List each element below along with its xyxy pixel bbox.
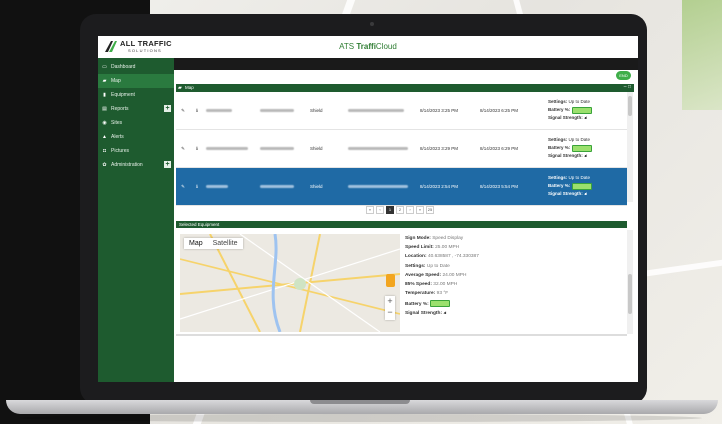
signal-icon: .ııl bbox=[584, 115, 587, 121]
selected-equipment-header: Selected Equipment bbox=[176, 221, 627, 228]
zoom-in-button[interactable]: + bbox=[385, 296, 395, 307]
sidebar-item-equipment[interactable]: ▮ Equipment bbox=[98, 88, 174, 102]
battery-icon bbox=[571, 144, 592, 152]
status-cell: Settings: Up to Date Battery %: Signal S… bbox=[546, 167, 627, 206]
signal-icon: .ııl bbox=[584, 153, 587, 159]
type-cell: Shield bbox=[308, 92, 346, 130]
table-scrollbar[interactable] bbox=[627, 92, 633, 202]
zoom-out-button[interactable]: − bbox=[385, 307, 395, 318]
info-icon[interactable]: ℹ bbox=[190, 167, 204, 206]
id-cell bbox=[258, 167, 308, 206]
equipment-icon: ▮ bbox=[103, 91, 106, 98]
street-view-icon[interactable] bbox=[386, 274, 395, 287]
sidebar: ▭ Dashboard ▰ Map ▮ Equipment ▤ Reports + ◉ S… bbox=[98, 58, 174, 382]
table-row[interactable]: ✎ ℹ Shield 8/14/2023 3:25 PM 8/14/2023 6… bbox=[176, 92, 627, 130]
map-panel-header: ▰ Map – □ bbox=[176, 84, 634, 92]
main-content: END ▰ Map – □ ✎ ℹ Shield 8/14/2023 3:25 … bbox=[176, 70, 634, 382]
panel-controls[interactable]: – □ bbox=[624, 84, 631, 90]
equipment-map[interactable]: Map Satellite + − bbox=[180, 234, 400, 332]
table-row[interactable]: ✎ ℹ Shield 8/14/2023 3:29 PM 8/14/2023 6… bbox=[176, 129, 627, 168]
first-page-button[interactable]: « bbox=[366, 206, 374, 214]
serial-cell bbox=[204, 92, 258, 130]
camera-dot bbox=[370, 22, 374, 26]
sidebar-item-dashboard[interactable]: ▭ Dashboard bbox=[98, 60, 174, 74]
monitor-icon: ▭ bbox=[102, 63, 107, 70]
start-time-cell: 8/14/2023 3:29 PM bbox=[418, 129, 478, 168]
serial-cell bbox=[204, 167, 258, 206]
page-size-select[interactable]: 25 bbox=[426, 206, 434, 214]
gear-icon: ✿ bbox=[102, 161, 107, 168]
start-time-cell: 8/14/2023 3:25 PM bbox=[418, 92, 478, 130]
last-page-button[interactable]: » bbox=[416, 206, 424, 214]
signal-icon: .ııl bbox=[584, 191, 587, 197]
zoom-control: + − bbox=[385, 296, 395, 320]
address-cell bbox=[346, 92, 418, 130]
next-page-button[interactable]: › bbox=[406, 206, 414, 214]
prev-page-button[interactable]: ‹ bbox=[376, 206, 384, 214]
laptop-shadow bbox=[20, 414, 702, 422]
map-type-tabs: Map Satellite bbox=[184, 238, 243, 249]
battery-icon bbox=[571, 106, 592, 114]
equipment-details: Sign Mode: Speed Display Speed Limit: 25… bbox=[405, 236, 479, 316]
type-cell: Shield bbox=[308, 167, 346, 206]
sidebar-item-pictures[interactable]: ◘ Pictures bbox=[98, 144, 174, 158]
battery-icon bbox=[430, 300, 451, 308]
id-cell bbox=[258, 92, 308, 130]
start-time-cell: 8/14/2023 2:54 PM bbox=[418, 167, 478, 206]
location-icon: ◉ bbox=[102, 119, 107, 126]
end-time-cell: 8/14/2023 6:29 PM bbox=[478, 129, 546, 168]
signal-icon: .ııl bbox=[443, 309, 446, 315]
edit-icon[interactable]: ✎ bbox=[176, 92, 190, 130]
laptop-notch bbox=[310, 400, 410, 404]
panel-divider bbox=[176, 334, 627, 336]
top-bar bbox=[98, 58, 638, 70]
id-cell bbox=[258, 129, 308, 168]
tab-satellite[interactable]: Satellite bbox=[208, 238, 243, 249]
sidebar-item-administration[interactable]: ✿ Administration + bbox=[98, 158, 174, 172]
sidebar-item-map[interactable]: ▰ Map bbox=[98, 74, 174, 88]
camera-icon: ◘ bbox=[102, 147, 107, 154]
map-icon: ▰ bbox=[102, 77, 107, 84]
sidebar-item-sites[interactable]: ◉ Sites bbox=[98, 116, 174, 130]
edit-icon[interactable]: ✎ bbox=[176, 129, 190, 168]
edit-icon[interactable]: ✎ bbox=[176, 167, 190, 206]
address-cell bbox=[346, 167, 418, 206]
page-2-button[interactable]: 2 bbox=[396, 206, 404, 214]
info-icon[interactable]: ℹ bbox=[190, 129, 204, 168]
end-time-cell: 8/14/2023 6:25 PM bbox=[478, 92, 546, 130]
end-time-cell: 8/14/2023 5:54 PM bbox=[478, 167, 546, 206]
sidebar-item-reports[interactable]: ▤ Reports + bbox=[98, 102, 174, 116]
info-icon[interactable]: ℹ bbox=[190, 92, 204, 130]
address-cell bbox=[346, 129, 418, 168]
expand-administration-button[interactable]: + bbox=[164, 161, 171, 168]
alert-icon: ▲ bbox=[102, 133, 107, 140]
status-cell: Settings: Up to Date Battery %: Signal S… bbox=[546, 92, 627, 130]
expand-reports-button[interactable]: + bbox=[164, 105, 171, 112]
table-row-selected[interactable]: ✎ ℹ Shield 8/14/2023 2:54 PM 8/14/2023 5… bbox=[176, 167, 627, 206]
reports-icon: ▤ bbox=[102, 105, 107, 112]
map-panel-title: Map bbox=[185, 85, 194, 90]
status-cell: Settings: Up to Date Battery %: Signal S… bbox=[546, 129, 627, 168]
end-button[interactable]: END bbox=[616, 71, 631, 80]
map-icon: ▰ bbox=[178, 85, 182, 91]
app-header: ALL TRAFFIC SOLUTIONS ATS TraffiCloud bbox=[98, 36, 638, 59]
serial-cell bbox=[204, 129, 258, 168]
pagination: « ‹ 1 2 › » 25 bbox=[366, 206, 434, 214]
equipment-table: ✎ ℹ Shield 8/14/2023 3:25 PM 8/14/2023 6… bbox=[176, 92, 627, 206]
app-title: ATS TraffiCloud bbox=[339, 42, 397, 51]
type-cell: Shield bbox=[308, 129, 346, 168]
sidebar-item-alerts[interactable]: ▲ Alerts bbox=[98, 130, 174, 144]
details-scrollbar[interactable] bbox=[627, 230, 633, 334]
tab-map[interactable]: Map bbox=[184, 238, 208, 249]
page-1-button[interactable]: 1 bbox=[386, 206, 394, 214]
laptop-screen: ALL TRAFFIC SOLUTIONS ATS TraffiCloud ▭ D… bbox=[98, 36, 638, 382]
battery-icon bbox=[571, 182, 592, 190]
